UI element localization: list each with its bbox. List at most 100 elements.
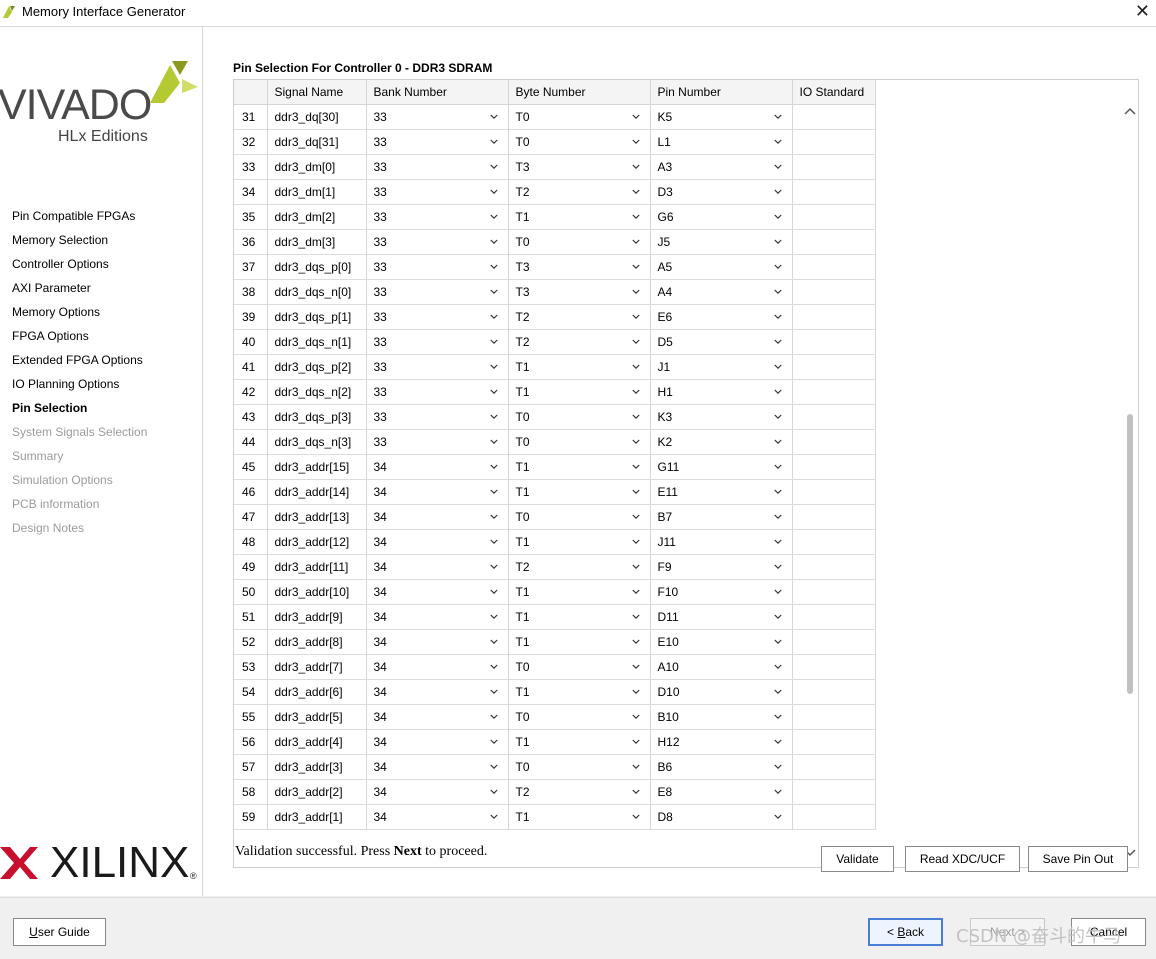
chevron-down-icon[interactable] <box>489 538 498 546</box>
byte-number-select[interactable]: T1 <box>508 479 651 505</box>
close-icon[interactable]: ✕ <box>1135 1 1150 22</box>
byte-number-select[interactable]: T0 <box>508 229 651 255</box>
column-header-signal-name[interactable]: Signal Name <box>267 80 367 105</box>
pin-number-select[interactable]: J1 <box>650 354 793 380</box>
column-header-io-standard[interactable]: IO Standard <box>792 80 876 105</box>
chevron-down-icon[interactable] <box>773 213 782 221</box>
byte-number-select[interactable]: T0 <box>508 404 651 430</box>
chevron-down-icon[interactable] <box>631 513 640 521</box>
io-standard-cell[interactable] <box>792 479 876 505</box>
sidebar-item-axi-parameter[interactable]: AXI Parameter <box>12 280 147 304</box>
chevron-down-icon[interactable] <box>631 563 640 571</box>
bank-number-select[interactable]: 34 <box>366 679 509 705</box>
byte-number-select[interactable]: T1 <box>508 579 651 605</box>
column-header-pin-number[interactable]: Pin Number <box>650 80 793 105</box>
chevron-down-icon[interactable] <box>631 788 640 796</box>
pin-number-select[interactable]: A4 <box>650 279 793 305</box>
column-header-bank-number[interactable]: Bank Number <box>366 80 509 105</box>
chevron-down-icon[interactable] <box>489 163 498 171</box>
chevron-down-icon[interactable] <box>489 813 498 821</box>
chevron-down-icon[interactable] <box>631 213 640 221</box>
byte-number-select[interactable]: T1 <box>508 629 651 655</box>
pin-number-select[interactable]: A3 <box>650 154 793 180</box>
bank-number-select[interactable]: 34 <box>366 454 509 480</box>
byte-number-select[interactable]: T0 <box>508 104 651 130</box>
chevron-down-icon[interactable] <box>489 313 498 321</box>
chevron-down-icon[interactable] <box>489 588 498 596</box>
io-standard-cell[interactable] <box>792 279 876 305</box>
io-standard-cell[interactable] <box>792 679 876 705</box>
pin-number-select[interactable]: D8 <box>650 804 793 830</box>
bank-number-select[interactable]: 33 <box>366 404 509 430</box>
chevron-down-icon[interactable] <box>489 788 498 796</box>
io-standard-cell[interactable] <box>792 329 876 355</box>
bank-number-select[interactable]: 33 <box>366 329 509 355</box>
chevron-down-icon[interactable] <box>773 238 782 246</box>
io-standard-cell[interactable] <box>792 804 876 830</box>
byte-number-select[interactable]: T1 <box>508 729 651 755</box>
pin-number-select[interactable]: K3 <box>650 404 793 430</box>
chevron-down-icon[interactable] <box>773 538 782 546</box>
pin-number-select[interactable]: D11 <box>650 604 793 630</box>
chevron-down-icon[interactable] <box>773 113 782 121</box>
chevron-down-icon[interactable] <box>773 413 782 421</box>
byte-number-select[interactable]: T0 <box>508 429 651 455</box>
bank-number-select[interactable]: 34 <box>366 654 509 680</box>
bank-number-select[interactable]: 34 <box>366 579 509 605</box>
pin-number-select[interactable]: H1 <box>650 379 793 405</box>
sidebar-item-pcb-information[interactable]: PCB information <box>12 496 147 520</box>
chevron-down-icon[interactable] <box>773 813 782 821</box>
chevron-down-icon[interactable] <box>631 163 640 171</box>
read-xdc-ucf-button[interactable]: Read XDC/UCF <box>905 846 1020 872</box>
io-standard-cell[interactable] <box>792 354 876 380</box>
pin-number-select[interactable]: D5 <box>650 329 793 355</box>
chevron-down-icon[interactable] <box>631 363 640 371</box>
byte-number-select[interactable]: T1 <box>508 529 651 555</box>
io-standard-cell[interactable] <box>792 704 876 730</box>
chevron-down-icon[interactable] <box>631 538 640 546</box>
chevron-down-icon[interactable] <box>489 688 498 696</box>
pin-number-select[interactable]: K5 <box>650 104 793 130</box>
back-button[interactable]: < Back <box>868 918 943 946</box>
chevron-down-icon[interactable] <box>489 713 498 721</box>
chevron-down-icon[interactable] <box>773 788 782 796</box>
chevron-down-icon[interactable] <box>489 138 498 146</box>
chevron-down-icon[interactable] <box>773 638 782 646</box>
byte-number-select[interactable]: T2 <box>508 329 651 355</box>
chevron-down-icon[interactable] <box>631 238 640 246</box>
byte-number-select[interactable]: T0 <box>508 654 651 680</box>
chevron-down-icon[interactable] <box>489 463 498 471</box>
chevron-down-icon[interactable] <box>489 363 498 371</box>
bank-number-select[interactable]: 33 <box>366 229 509 255</box>
io-standard-cell[interactable] <box>792 154 876 180</box>
byte-number-select[interactable]: T1 <box>508 354 651 380</box>
chevron-down-icon[interactable] <box>489 388 498 396</box>
byte-number-select[interactable]: T3 <box>508 279 651 305</box>
io-standard-cell[interactable] <box>792 429 876 455</box>
chevron-down-icon[interactable] <box>489 613 498 621</box>
byte-number-select[interactable]: T1 <box>508 604 651 630</box>
io-standard-cell[interactable] <box>792 179 876 205</box>
chevron-down-icon[interactable] <box>773 488 782 496</box>
io-standard-cell[interactable] <box>792 304 876 330</box>
pin-number-select[interactable]: E6 <box>650 304 793 330</box>
byte-number-select[interactable]: T2 <box>508 554 651 580</box>
io-standard-cell[interactable] <box>792 454 876 480</box>
chevron-down-icon[interactable] <box>489 263 498 271</box>
scroll-up-icon[interactable] <box>1124 106 1136 116</box>
chevron-down-icon[interactable] <box>773 388 782 396</box>
chevron-down-icon[interactable] <box>489 188 498 196</box>
byte-number-select[interactable]: T1 <box>508 204 651 230</box>
chevron-down-icon[interactable] <box>631 438 640 446</box>
io-standard-cell[interactable] <box>792 254 876 280</box>
bank-number-select[interactable]: 34 <box>366 754 509 780</box>
bank-number-select[interactable]: 34 <box>366 529 509 555</box>
pin-number-select[interactable]: A10 <box>650 654 793 680</box>
byte-number-select[interactable]: T1 <box>508 679 651 705</box>
save-pin-out-button[interactable]: Save Pin Out <box>1028 846 1128 872</box>
sidebar-item-memory-selection[interactable]: Memory Selection <box>12 232 147 256</box>
pin-number-select[interactable]: G11 <box>650 454 793 480</box>
chevron-down-icon[interactable] <box>773 288 782 296</box>
chevron-down-icon[interactable] <box>773 138 782 146</box>
chevron-down-icon[interactable] <box>773 613 782 621</box>
